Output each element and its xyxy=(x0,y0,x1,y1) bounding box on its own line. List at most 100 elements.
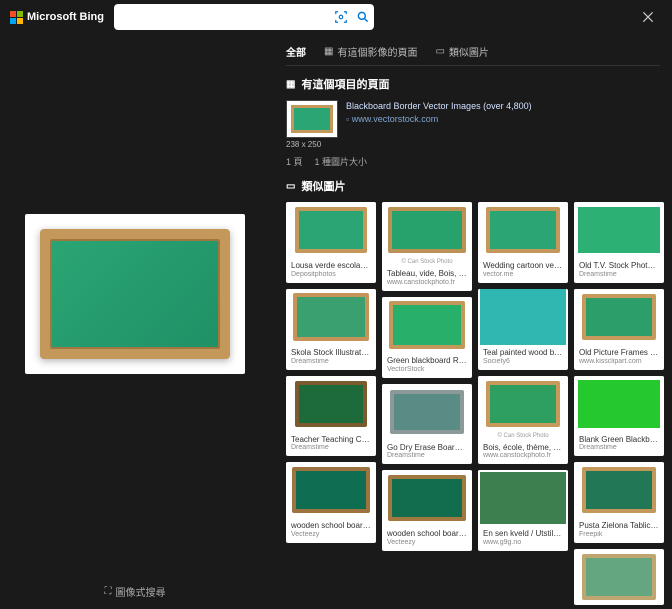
result-site: Vecteezy xyxy=(291,531,371,538)
result-caption: Wedding cartoon vector vecto…vector.me xyxy=(478,258,568,283)
source-info: Blackboard Border Vector Images (over 4,… xyxy=(346,100,532,125)
result-title: wooden school board for writi… xyxy=(387,530,467,539)
result-title: Old Picture Frames clipart - W… xyxy=(579,349,659,358)
result-card[interactable]: Teacher Teaching Chinese La…Dreamstime xyxy=(286,376,376,457)
visual-search-icon[interactable] xyxy=(330,10,352,24)
visual-search-label: 圖像式搜尋 xyxy=(116,584,166,599)
result-card[interactable]: Skola Stock Illustrationer, Vekt…Dreamst… xyxy=(286,289,376,370)
result-thumb xyxy=(574,202,664,258)
result-caption: Old Picture Frames clipart - W…www.kissc… xyxy=(574,345,664,370)
result-card[interactable]: Go Dry Erase Boards Encoura…Dreamstime xyxy=(382,384,472,465)
tab-related[interactable]: ▭類似圖片 xyxy=(435,44,488,59)
results-grid: Lousa verde escolar — Vetor d…Depositpho… xyxy=(286,202,660,605)
results-column: © Can Stock Photo Tableau, vide, Bois, dé… xyxy=(382,202,472,605)
result-caption: Teal painted wood backgroun…Society6 xyxy=(478,345,568,370)
result-title: Blank Green Blackboard Cuto… xyxy=(579,436,659,445)
result-thumb xyxy=(478,376,568,432)
result-title: Teal painted wood backgroun… xyxy=(483,349,563,358)
watermark: © Can Stock Photo xyxy=(478,432,568,440)
result-site: vector.me xyxy=(483,271,563,278)
result-thumb xyxy=(478,289,568,345)
result-card[interactable]: wooden school board for writi…Vecteezy xyxy=(286,462,376,543)
result-card[interactable]: wooden school board for writi…Vecteezy xyxy=(382,470,472,551)
tab-pages[interactable]: ▦有這個影像的頁面 xyxy=(324,44,417,59)
result-caption: Old T.V. Stock Photos - Image…Dreamstime xyxy=(574,258,664,283)
result-site: Depositphotos xyxy=(291,271,371,278)
result-caption: Green blackboard Royalty Fre…VectorStock xyxy=(382,353,472,378)
microsoft-icon xyxy=(10,11,23,24)
meta-sizes: 1 種圖片大小 xyxy=(315,155,368,168)
result-caption: wooden school board for writi…Vecteezy xyxy=(286,518,376,543)
section-related-heading: ▭ 類似圖片 xyxy=(286,178,660,194)
result-card[interactable]: Green blackboard Royalty Fre…VectorStock xyxy=(382,297,472,378)
result-card[interactable]: Pusta Zielona Tablica Z Drew…Freepik xyxy=(574,462,664,543)
result-card[interactable]: Old Picture Frames clipart - W…www.kissc… xyxy=(574,289,664,370)
section-pages-heading: ▦ 有這個項目的頁面 xyxy=(286,76,660,92)
page-icon: ▦ xyxy=(324,46,333,57)
result-thumb xyxy=(382,202,472,258)
visual-search-action[interactable]: ⛶ 圖像式搜尋 xyxy=(105,584,166,599)
results-column: Wedding cartoon vector vecto…vector.me Te… xyxy=(478,202,568,605)
logo-text: Microsoft Bing xyxy=(27,11,104,23)
preview-image[interactable] xyxy=(25,214,245,374)
result-title: Wedding cartoon vector vecto… xyxy=(483,262,563,271)
result-site: Dreamstime xyxy=(387,452,467,459)
result-card[interactable]: © Can Stock Photo Tableau, vide, Bois, dé… xyxy=(382,202,472,291)
results-column: Old T.V. Stock Photos - Image…Dreamstime… xyxy=(574,202,664,605)
result-thumb xyxy=(574,462,664,518)
result-title: Tableau, vide, Bois, démodé, v… xyxy=(387,270,467,279)
result-title: Lousa verde escolar — Vetor d… xyxy=(291,262,371,271)
main: ⛶ 圖像式搜尋 全部 ▦有這個影像的頁面 ▭類似圖片 ▦ 有這個項目的頁面 23… xyxy=(0,34,672,609)
result-card[interactable]: Blank Green Blackboard Cuto…Dreamstime xyxy=(574,376,664,457)
result-site: Dreamstime xyxy=(579,444,659,451)
result-thumb xyxy=(382,470,472,526)
watermark: © Can Stock Photo xyxy=(382,258,472,266)
bing-logo[interactable]: Microsoft Bing xyxy=(10,11,104,24)
meta-pages: 1 頁 xyxy=(286,155,303,168)
result-thumb xyxy=(286,462,376,518)
result-card[interactable]: Old T.V. Stock Photos - Image…Dreamstime xyxy=(574,202,664,283)
result-site: Freepik xyxy=(579,531,659,538)
crop-icon: ⛶ xyxy=(105,586,112,597)
result-title: Bois, école, thème, planche. E… xyxy=(483,444,563,453)
result-site: www.g9g.no xyxy=(483,539,563,546)
tabs: 全部 ▦有這個影像的頁面 ▭類似圖片 xyxy=(286,44,660,66)
result-card[interactable]: En sen kveld / Utstillinger - G9…www.g9g… xyxy=(478,470,568,551)
result-site: Dreamstime xyxy=(291,444,371,451)
result-thumb xyxy=(478,470,568,526)
search-input[interactable] xyxy=(114,10,330,24)
result-site: www.canstockphoto.fr xyxy=(387,279,467,286)
header: Microsoft Bing xyxy=(0,0,672,34)
result-card[interactable]: Lousa verde escolar — Vetor d…Depositpho… xyxy=(286,202,376,283)
source-title: Blackboard Border Vector Images (over 4,… xyxy=(346,100,532,113)
search-icon[interactable] xyxy=(352,10,374,24)
result-title: Go Dry Erase Boards Encoura… xyxy=(387,444,467,453)
result-caption: En sen kveld / Utstillinger - G9…www.g9g… xyxy=(478,526,568,551)
image-icon: ▭ xyxy=(286,181,295,192)
result-card[interactable] xyxy=(574,549,664,605)
result-site: VectorStock xyxy=(387,366,467,373)
page-icon: ▦ xyxy=(286,79,295,90)
result-thumb xyxy=(382,384,472,440)
result-card[interactable]: Wedding cartoon vector vecto…vector.me xyxy=(478,202,568,283)
close-button[interactable] xyxy=(634,3,662,31)
result-card[interactable]: Teal painted wood backgroun…Society6 xyxy=(478,289,568,370)
result-site: Society6 xyxy=(483,358,563,365)
result-caption: Blank Green Blackboard Cuto…Dreamstime xyxy=(574,432,664,457)
result-caption: Teacher Teaching Chinese La…Dreamstime xyxy=(286,432,376,457)
result-card[interactable]: © Can Stock PhotoBois, école, thème, pla… xyxy=(478,376,568,465)
result-site: Vecteezy xyxy=(387,539,467,546)
result-thumb xyxy=(382,297,472,353)
result-caption: wooden school board for writi…Vecteezy xyxy=(382,526,472,551)
source-result[interactable]: 238 x 250 Blackboard Border Vector Image… xyxy=(286,100,660,147)
result-site: Dreamstime xyxy=(291,358,371,365)
result-thumb xyxy=(286,376,376,432)
result-thumb xyxy=(478,202,568,258)
result-caption: Bois, école, thème, planche. E…www.canst… xyxy=(478,440,568,465)
result-thumb xyxy=(286,202,376,258)
result-site: Dreamstime xyxy=(579,271,659,278)
results-panel: 全部 ▦有這個影像的頁面 ▭類似圖片 ▦ 有這個項目的頁面 238 x 250 … xyxy=(270,34,672,609)
result-title: Skola Stock Illustrationer, Vekt… xyxy=(291,349,371,358)
search-box xyxy=(114,4,374,30)
tab-all[interactable]: 全部 xyxy=(286,44,306,59)
